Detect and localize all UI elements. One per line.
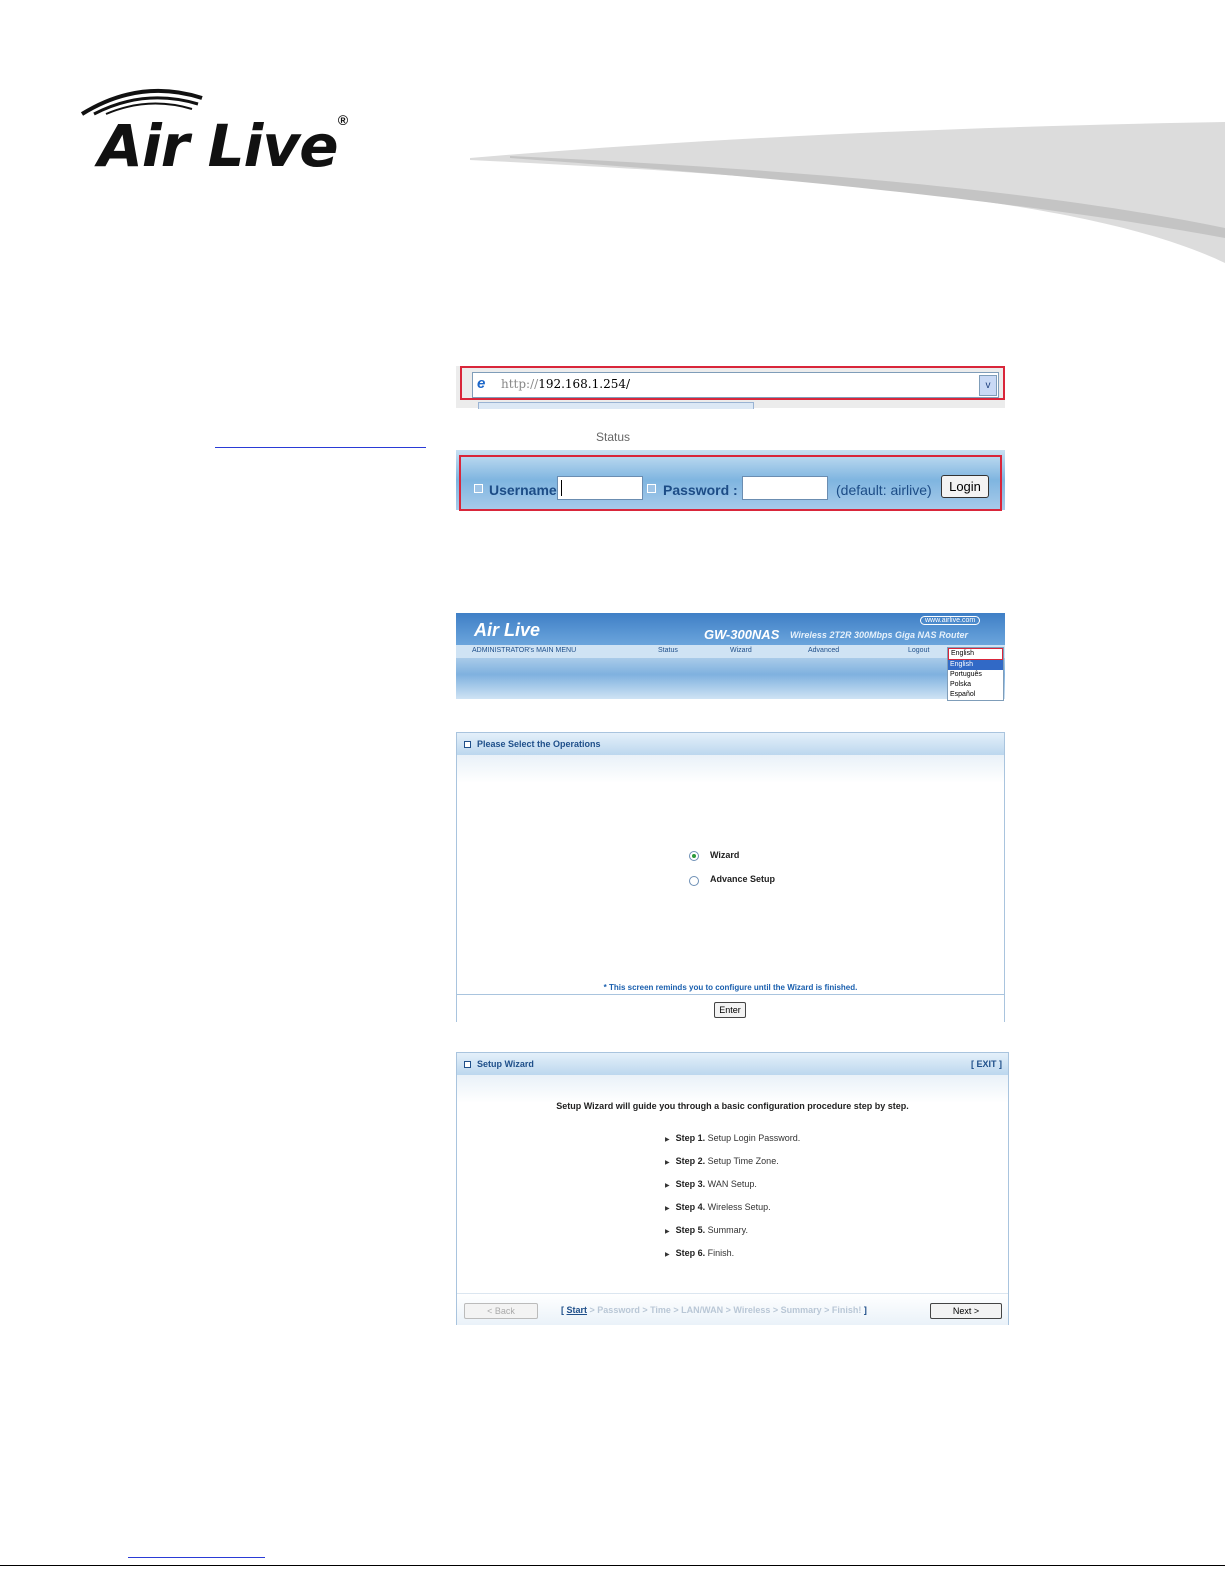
router-model: GW-300NAS (704, 627, 780, 642)
language-dropdown[interactable]: English English Português Polska Español (947, 647, 1004, 701)
wizard-step: ▶ Step 5. Summary. (665, 1225, 748, 1235)
header-swoosh (470, 122, 1225, 263)
operations-panel: Please Select the Operations Wizard Adva… (456, 732, 1005, 1022)
website-badge[interactable]: www.airlive.com (920, 616, 981, 625)
operations-title: Please Select the Operations (477, 739, 601, 749)
arrow-icon: ▶ (665, 1252, 670, 1258)
arrow-icon: ▶ (665, 1160, 670, 1166)
radio-wizard[interactable] (689, 851, 699, 861)
arrow-icon: ▶ (665, 1206, 670, 1212)
crumb-current[interactable]: Start (567, 1305, 588, 1315)
arrow-icon: ▶ (665, 1229, 670, 1235)
wizard-step: ▶ Step 2. Setup Time Zone. (665, 1156, 779, 1166)
enter-button[interactable]: Enter (714, 1002, 746, 1018)
tab-strip (478, 402, 754, 409)
language-option[interactable]: Português (948, 670, 1003, 680)
menu-title: ADMINISTRATOR's MAIN MENU (472, 647, 577, 654)
language-option[interactable]: Polska (948, 680, 1003, 690)
menu-status[interactable]: Status (658, 647, 678, 654)
setup-wizard-panel: Setup Wizard [ EXIT ] Setup Wizard will … (456, 1052, 1009, 1325)
arrow-icon: ▶ (665, 1137, 670, 1143)
wizard-step: ▶ Step 1. Setup Login Password. (665, 1133, 801, 1143)
login-bar: Status Username Password : (default: air… (456, 430, 1005, 511)
footer-link-underline (128, 1557, 265, 1558)
router-logo: Air Live (474, 620, 541, 640)
wizard-intro: Setup Wizard will guide you through a ba… (556, 1101, 909, 1111)
main-menu: ADMINISTRATOR's MAIN MENU Status Wizard … (456, 645, 1005, 658)
registered-mark: ® (337, 112, 348, 128)
router-subtitle: Wireless 2T2R 300Mbps Giga NAS Router (790, 630, 968, 640)
menu-wizard[interactable]: Wizard (730, 647, 752, 654)
language-option[interactable]: English (948, 660, 1003, 670)
wizard-title: Setup Wizard (477, 1059, 534, 1069)
highlight-box (459, 455, 1002, 511)
language-selected[interactable]: English (948, 648, 1003, 660)
radio-advance-setup[interactable] (689, 876, 699, 886)
wizard-step: ▶ Step 6. Finish. (665, 1248, 735, 1258)
next-button[interactable]: Next > (930, 1303, 1002, 1319)
exit-link[interactable]: [ EXIT ] (971, 1059, 1002, 1069)
highlight-box (460, 366, 1005, 400)
back-button[interactable]: < Back (464, 1303, 538, 1319)
menu-logout[interactable]: Logout (908, 647, 929, 654)
airlive-logo: Air Live® (98, 112, 348, 180)
arrow-icon: ▶ (665, 1183, 670, 1189)
status-fragment: Status (596, 430, 631, 444)
option-advance-setup-label: Advance Setup (710, 874, 776, 884)
wizard-step: ▶ Step 4. Wireless Setup. (665, 1202, 771, 1212)
option-wizard-label: Wizard (710, 850, 740, 860)
language-option[interactable]: Español (948, 690, 1003, 700)
wizard-step: ▶ Step 3. WAN Setup. (665, 1179, 757, 1189)
bullet-icon (464, 1061, 471, 1068)
menu-advanced[interactable]: Advanced (808, 647, 839, 654)
wizard-breadcrumb: [ Start > Password > Time > LAN/WAN > Wi… (561, 1305, 867, 1315)
wizard-note: * This screen reminds you to configure u… (603, 983, 858, 992)
bullet-icon (464, 741, 471, 748)
wizard-footer: < Back [ Start > Password > Time > LAN/W… (457, 1293, 1008, 1325)
browser-address-bar: e http://192.168.1.254/ v (456, 366, 1005, 409)
router-header: Air Live www.airlive.com GW-300NAS Wirel… (456, 613, 1005, 701)
footer-rule (0, 1565, 1225, 1566)
link-underline (215, 447, 426, 448)
